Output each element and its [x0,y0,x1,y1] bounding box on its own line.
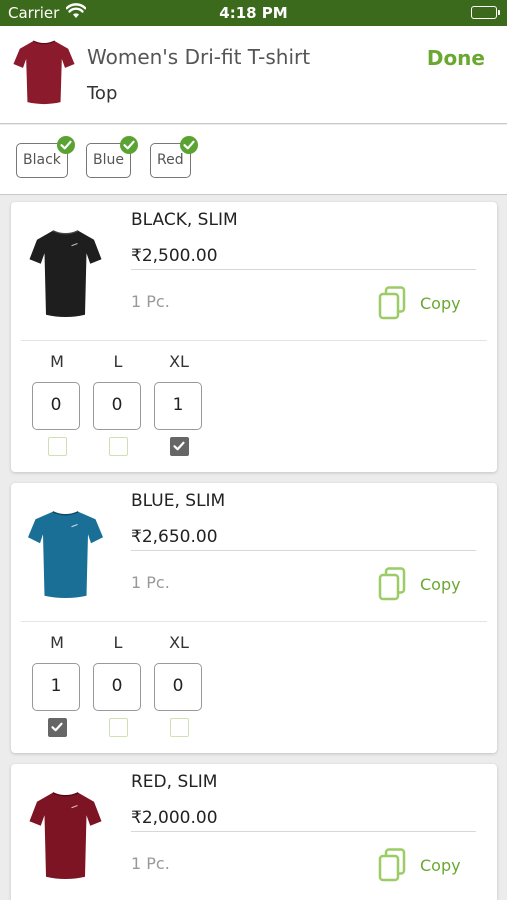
clock: 4:18 PM [219,4,288,22]
product-title: Women's Dri-fit T-shirt [87,45,311,69]
color-filter-bar: Black Blue Red [0,125,507,195]
checkmark-icon [50,722,63,732]
check-badge-icon [56,136,75,154]
divider [21,621,487,622]
variant-name: RED, SLIM [131,772,218,792]
size-checkbox[interactable] [108,437,128,456]
size-column-xl: XL 1 [154,352,204,456]
product-image-black [29,230,102,317]
variant-price[interactable]: ₹2,000.00 [131,808,476,832]
check-badge-icon [179,136,198,154]
size-label: XL [169,352,189,371]
piece-count: 1 Pc. [131,292,170,311]
size-label: XL [169,633,189,652]
size-label: M [50,352,64,371]
color-chip-label: Red [157,152,184,168]
size-label: L [113,352,123,371]
variant-price[interactable]: ₹2,500.00 [131,246,476,270]
variant-name: BLACK, SLIM [131,210,238,230]
check-badge-icon [119,136,138,154]
variant-card-blue: BLUE, SLIM ₹2,650.00 1 Pc. Copy M 1 L 0 … [11,483,497,753]
size-column-l: L 0 [93,352,143,456]
copy-label: Copy [420,293,461,313]
variant-name: BLUE, SLIM [131,491,226,511]
copy-button[interactable]: Copy [378,567,478,601]
copy-icon [378,567,406,601]
quantity-input[interactable]: 1 [32,663,80,711]
size-column-m: M 0 [32,352,82,456]
size-column-m: M 1 [32,633,82,737]
size-label: L [113,633,123,652]
size-column-l: L 0 [93,633,143,737]
divider [21,340,487,341]
copy-label: Copy [420,855,461,875]
done-button[interactable]: Done [427,46,485,70]
quantity-input[interactable]: 1 [154,382,202,430]
color-chip-label: Blue [93,152,124,168]
piece-count: 1 Pc. [131,854,170,873]
copy-button[interactable]: Copy [378,848,478,882]
quantity-input[interactable]: 0 [154,663,202,711]
size-checkbox-checked[interactable] [47,718,67,737]
color-chip-black[interactable]: Black [16,136,75,178]
copy-icon [378,848,406,882]
size-checkbox[interactable] [47,437,67,456]
battery-icon [471,6,500,19]
copy-icon [378,286,406,320]
product-image-blue [28,511,103,598]
variant-card-red: RED, SLIM ₹2,000.00 1 Pc. Copy [11,764,497,900]
status-bar: Carrier 4:18 PM [0,0,507,26]
piece-count: 1 Pc. [131,573,170,592]
color-chip-red[interactable]: Red [150,136,198,178]
copy-button[interactable]: Copy [378,286,478,320]
product-header: Women's Dri-fit T-shirt Top Done [0,26,507,124]
color-chip-label: Black [23,152,61,168]
quantity-input[interactable]: 0 [93,663,141,711]
copy-label: Copy [420,574,461,594]
quantity-input[interactable]: 0 [93,382,141,430]
color-chip-blue[interactable]: Blue [86,136,138,178]
size-checkbox[interactable] [108,718,128,737]
size-label: M [50,633,64,652]
size-checkbox[interactable] [169,718,189,737]
quantity-input[interactable]: 0 [32,382,80,430]
size-column-xl: XL 0 [154,633,204,737]
size-checkbox-checked[interactable] [169,437,189,456]
checkmark-icon [172,441,185,451]
variant-card-black: BLACK, SLIM ₹2,500.00 1 Pc. Copy M 0 L 0… [11,202,497,472]
product-image-red [29,792,102,879]
product-category: Top [87,83,118,104]
product-thumbnail [13,40,75,105]
variant-price[interactable]: ₹2,650.00 [131,527,476,551]
